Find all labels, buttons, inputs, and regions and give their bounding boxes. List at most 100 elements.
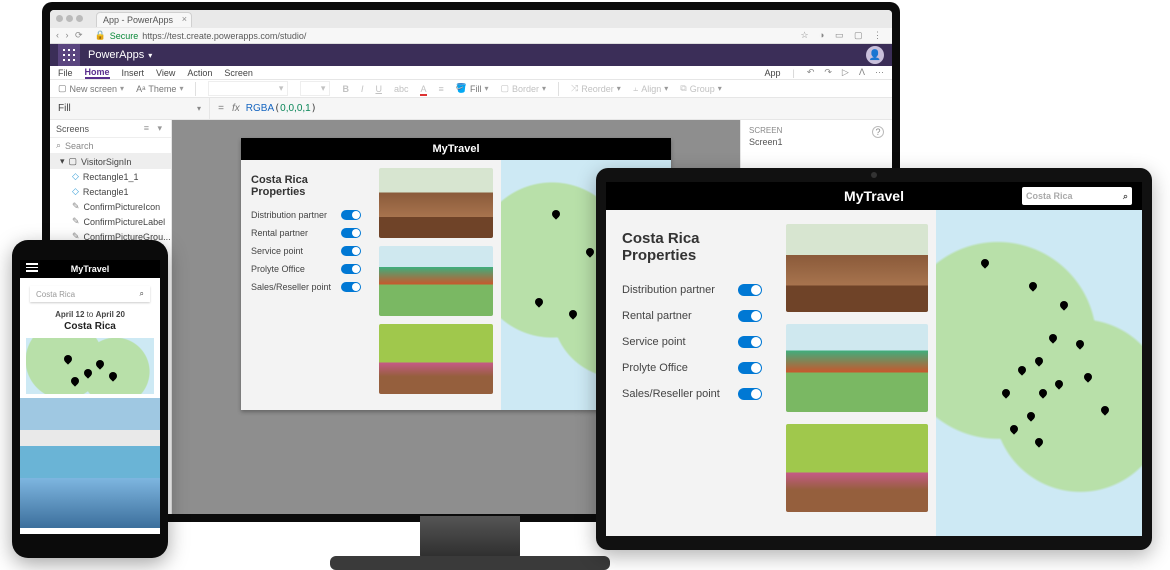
nav-arrows[interactable]: ‹ › ⟳ bbox=[56, 30, 85, 41]
app-title: MyTravel bbox=[844, 188, 904, 204]
hero-photo[interactable] bbox=[20, 398, 160, 478]
fx-icon[interactable]: fx bbox=[232, 103, 240, 114]
lock-icon: 🔒 bbox=[95, 30, 106, 41]
search-input[interactable]: Costa Rica ⌕ bbox=[30, 286, 150, 302]
filter-row: Sales/Reseller point bbox=[622, 388, 762, 400]
toolbar: ▢ New screen ▾ Aᵃ Theme ▾ ▾ ▾ B I U abc … bbox=[50, 80, 892, 98]
toggle[interactable] bbox=[341, 264, 361, 274]
tablet-frame: MyTravel Costa Rica ⌕ Costa Rica Propert… bbox=[596, 168, 1152, 550]
undo-icon[interactable]: ↶ bbox=[807, 67, 815, 78]
close-icon[interactable]: × bbox=[182, 14, 187, 24]
map[interactable] bbox=[936, 210, 1142, 536]
secure-label: Secure bbox=[110, 31, 139, 41]
underline-icon[interactable]: U bbox=[375, 84, 382, 94]
waffle-icon[interactable] bbox=[58, 44, 80, 66]
thumbnails bbox=[371, 160, 501, 410]
browser-tab[interactable]: App - PowerApps × bbox=[96, 12, 192, 27]
tree-item[interactable]: ▾▢VisitorSignIn bbox=[50, 154, 171, 169]
bold-icon[interactable]: B bbox=[342, 84, 349, 94]
filter-row: Distribution partner bbox=[251, 210, 361, 220]
redo-icon[interactable]: ↷ bbox=[824, 67, 832, 78]
avatar[interactable]: 👤 bbox=[866, 46, 884, 64]
thumbnails bbox=[778, 210, 936, 536]
filter-row: Distribution partner bbox=[622, 284, 762, 296]
search-icon[interactable]: ⌕ bbox=[140, 289, 144, 299]
tree-item[interactable]: ✎ConfirmPictureLabel bbox=[50, 214, 171, 229]
property-photo[interactable] bbox=[379, 324, 493, 394]
strike-icon[interactable]: abc bbox=[394, 84, 409, 94]
menu-insert[interactable]: Insert bbox=[122, 68, 145, 78]
italic-icon[interactable]: I bbox=[361, 84, 364, 94]
more-icon[interactable]: ⋯ bbox=[875, 67, 884, 78]
property-photo[interactable] bbox=[379, 168, 493, 238]
hamburger-icon[interactable] bbox=[26, 263, 38, 272]
play-icon[interactable]: ▷ bbox=[842, 67, 849, 78]
tree-item[interactable]: ✎ConfirmPictureIcon bbox=[50, 199, 171, 214]
toggle[interactable] bbox=[341, 210, 361, 220]
filters-panel: Costa Rica Properties Distribution partn… bbox=[241, 160, 371, 410]
date-range: April 12 to April 20 bbox=[20, 310, 160, 319]
property-select[interactable]: Fill▾ bbox=[50, 98, 210, 119]
reorder-button[interactable]: ⤨ Reorder ▾ bbox=[571, 83, 621, 94]
address[interactable]: https://test.create.powerapps.com/studio… bbox=[142, 31, 800, 41]
group-button[interactable]: ⧉ Group ▾ bbox=[680, 83, 721, 94]
property-photo[interactable] bbox=[786, 224, 928, 312]
fill-button[interactable]: 🪣 Fill ▾ bbox=[456, 83, 489, 94]
menu-view[interactable]: View bbox=[156, 68, 175, 78]
property-photo[interactable] bbox=[379, 246, 493, 316]
search-input[interactable]: Costa Rica ⌕ bbox=[1022, 187, 1132, 205]
fontcolor-icon[interactable]: A bbox=[420, 84, 426, 94]
border-button[interactable]: ▢ Border ▾ bbox=[501, 83, 547, 94]
menu-screen[interactable]: Screen bbox=[224, 68, 253, 78]
toggle[interactable] bbox=[341, 282, 361, 292]
property-photo[interactable] bbox=[786, 324, 928, 412]
help-icon[interactable]: ? bbox=[872, 126, 884, 138]
align2-button[interactable]: ⫠ Align ▾ bbox=[633, 83, 669, 94]
font-select[interactable]: ▾ bbox=[208, 81, 288, 96]
menubar-actions[interactable]: ↶ ↷ ▷ ᐱ ⋯ bbox=[807, 67, 884, 78]
toggle[interactable] bbox=[738, 362, 762, 374]
panel-options[interactable]: ≡ ▾ bbox=[144, 123, 165, 134]
browser-tabbar: App - PowerApps × bbox=[50, 10, 892, 28]
menu-home[interactable]: Home bbox=[85, 67, 110, 79]
chevron-down-icon[interactable]: ▾ bbox=[148, 51, 152, 60]
app-heading: Costa Rica Properties bbox=[251, 174, 361, 198]
browser-actions[interactable]: ☆ ◑ ▭ ▢ ⋮ bbox=[800, 30, 886, 41]
filter-row: Service point bbox=[251, 246, 361, 256]
theme-button[interactable]: Aᵃ Theme ▾ bbox=[136, 84, 183, 94]
menu-action[interactable]: Action bbox=[187, 68, 212, 78]
prop-value[interactable]: Screen1 bbox=[749, 137, 884, 147]
property-photo[interactable] bbox=[786, 424, 928, 512]
toggle[interactable] bbox=[341, 246, 361, 256]
app-header: MyTravel bbox=[241, 138, 671, 160]
powerapps-header: PowerApps ▾ 👤 bbox=[50, 44, 892, 66]
tree-item[interactable]: ◇Rectangle1 bbox=[50, 184, 171, 199]
hero-photo[interactable] bbox=[20, 478, 160, 528]
camera-icon bbox=[871, 172, 877, 178]
filter-row: Service point bbox=[622, 336, 762, 348]
search-icon[interactable]: ⌕ bbox=[1123, 191, 1128, 202]
toggle[interactable] bbox=[738, 310, 762, 322]
align-icon[interactable]: ≡ bbox=[439, 84, 444, 94]
toggle[interactable] bbox=[341, 228, 361, 238]
map[interactable] bbox=[26, 338, 154, 394]
phone-screen: MyTravel Costa Rica ⌕ April 12 to April … bbox=[20, 260, 160, 534]
menu-app[interactable]: App bbox=[764, 68, 780, 78]
screens-search[interactable]: ⌕Search bbox=[50, 138, 171, 154]
product-name: PowerApps bbox=[88, 49, 144, 61]
toggle[interactable] bbox=[738, 336, 762, 348]
tree-item[interactable]: ◇Rectangle1_1 bbox=[50, 169, 171, 184]
font-size[interactable]: ▾ bbox=[300, 81, 330, 96]
toggle[interactable] bbox=[738, 388, 762, 400]
share-icon[interactable]: ᐱ bbox=[859, 67, 865, 78]
formula-input[interactable]: RGBA(0,0,0,1) bbox=[246, 103, 317, 114]
menu-file[interactable]: File bbox=[58, 68, 73, 78]
toggle[interactable] bbox=[738, 284, 762, 296]
app-title: MyTravel bbox=[432, 143, 479, 155]
tab-title: App - PowerApps bbox=[103, 15, 173, 25]
window-controls[interactable] bbox=[56, 14, 86, 24]
filters-panel: Costa Rica Properties Distribution partn… bbox=[606, 210, 778, 536]
new-screen-button[interactable]: ▢ New screen ▾ bbox=[58, 83, 124, 94]
filter-row: Prolyte Office bbox=[251, 264, 361, 274]
filter-row: Prolyte Office bbox=[622, 362, 762, 374]
